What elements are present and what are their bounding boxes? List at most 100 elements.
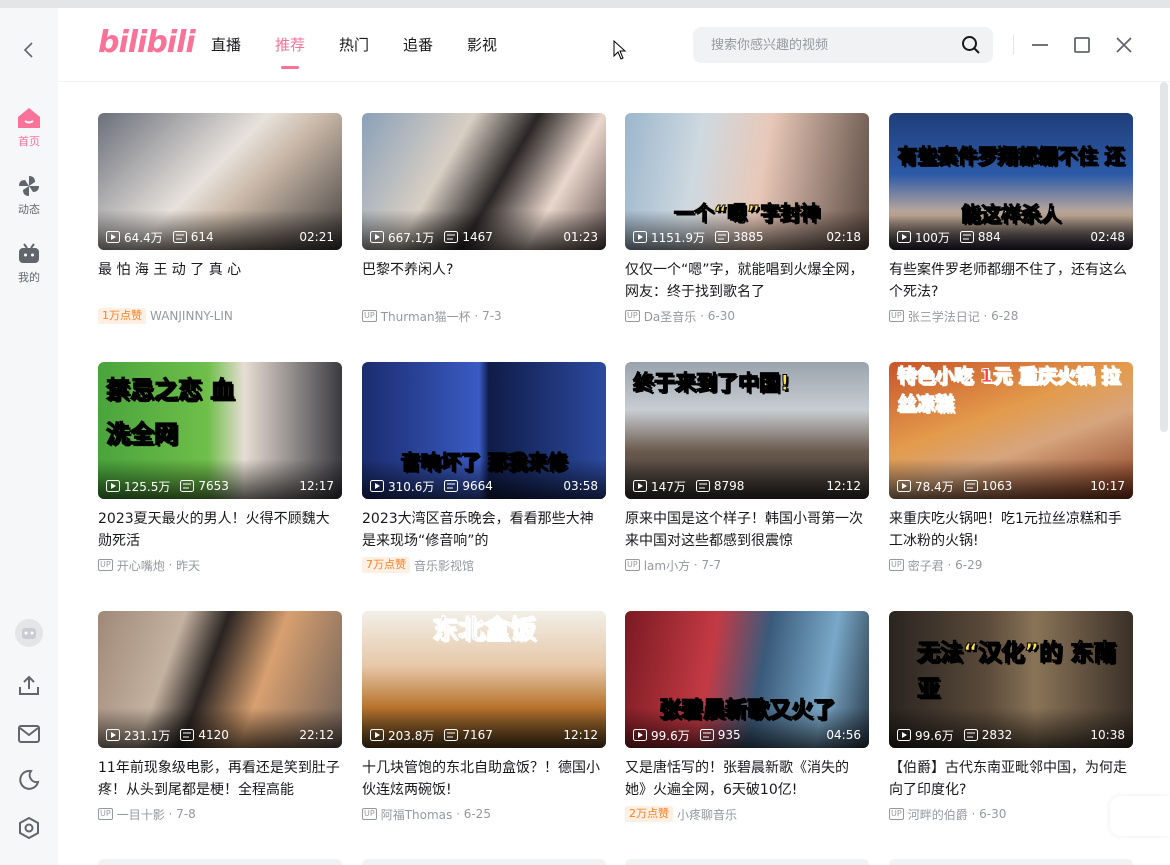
video-card[interactable]: 64.4万 614 02:21 最 怕 海 王 动 了 真 心 1万点赞 WAN… [98, 113, 342, 325]
video-thumbnail[interactable]: 东北盒饭 203.8万 7167 12:12 [362, 611, 606, 748]
window-controls-divider [1013, 35, 1014, 55]
video-title[interactable]: 十几块管饱的东北自助盒饭？！德国小伙连炫两碗饭! [362, 757, 606, 801]
video-meta: UP 开心嘴炮 · 昨天 [98, 556, 342, 574]
video-card[interactable]: 音响坏了 那我来修 310.6万 9664 03:58 2023大湾区音乐晚会，… [362, 362, 606, 574]
video-title[interactable]: 仅仅一个“嗯”字，就能唱到火爆全网，网友：终于找到歌名了 [625, 259, 869, 303]
play-count: 78.4万 [915, 478, 954, 495]
mouse-cursor-icon [613, 40, 627, 60]
play-count-icon [633, 729, 647, 741]
play-count: 310.6万 [388, 478, 434, 495]
play-count-icon [897, 729, 911, 741]
video-thumbnail[interactable]: 音响坏了 那我来修 310.6万 9664 03:58 [362, 362, 606, 499]
tab-bangumi[interactable]: 追番 [386, 8, 450, 82]
video-thumbnail[interactable]: 终于来到了中国! 147万 8798 12:12 [625, 362, 869, 499]
play-count-icon [106, 231, 120, 243]
danmaku-count: 1467 [462, 230, 493, 244]
uploader-name[interactable]: 小疼聊音乐 [677, 806, 737, 823]
uploader-name[interactable]: 开心嘴炮 [117, 557, 165, 574]
uploader-name[interactable]: 阿福Thomas [381, 806, 453, 823]
minimize-icon[interactable] [1029, 34, 1051, 56]
video-card[interactable]: 特色小吃 1元 重庆火锅 拉丝凉糕 78.4万 1063 10:17 来重庆吃火… [889, 362, 1133, 574]
uploader-name[interactable]: 河畔的伯爵 [908, 806, 968, 823]
tab-live[interactable]: 直播 [194, 8, 258, 82]
video-meta: 7万点赞 音乐影视馆 [362, 556, 606, 574]
video-thumbnail[interactable]: 张碧晨新歌又火了 99.6万 935 04:56 [625, 611, 869, 748]
video-card[interactable]: 有些案件罗翔都绷不住 还能这样杀人 100万 884 02:48 有些案件罗老师… [889, 113, 1133, 325]
duration: 12:12 [826, 479, 861, 493]
danmaku-icon [444, 480, 458, 492]
window-top-border [0, 0, 1170, 8]
video-thumbnail[interactable]: 特色小吃 1元 重庆火锅 拉丝凉糕 78.4万 1063 10:17 [889, 362, 1133, 499]
play-count-icon [370, 480, 384, 492]
tab-recommend[interactable]: 推荐 [258, 8, 322, 82]
maximize-icon[interactable] [1071, 34, 1093, 56]
video-title[interactable]: 又是唐恬写的！张碧晨新歌《消失的她》火遍全网，6天破10亿! [625, 757, 869, 801]
danmaku-count: 2832 [982, 728, 1013, 742]
video-card[interactable]: 终于来到了中国! 147万 8798 12:12 原来中国是这个样子！韩国小哥第… [625, 362, 869, 574]
uploader-name[interactable]: Thurman猫一杯 [381, 308, 471, 325]
search-icon[interactable] [961, 35, 981, 55]
video-thumbnail[interactable]: 64.4万 614 02:21 [98, 113, 342, 250]
thumbnail-caption: 禁忌之恋 血洗全网 [106, 368, 246, 456]
video-thumbnail[interactable]: 231.1万 4120 22:12 [98, 611, 342, 748]
floating-action-button[interactable] [1110, 796, 1170, 836]
video-card[interactable]: 张碧晨新歌又火了 99.6万 935 04:56 又是唐恬写的！张碧晨新歌《消失… [625, 611, 869, 823]
tab-movies[interactable]: 影视 [450, 8, 514, 82]
up-icon: UP [625, 559, 640, 571]
video-thumbnail[interactable]: 禁忌之恋 血洗全网 125.5万 7653 12:17 [98, 362, 342, 499]
video-thumbnail[interactable]: 667.1万 1467 01:23 [362, 113, 606, 250]
video-title[interactable]: 2023大湾区音乐晚会，看看那些大神是来现场“修音响”的 [362, 508, 606, 552]
thumbnail-caption: 无法“汉化”的 东南亚 [897, 635, 1125, 707]
video-meta: UP Thurman猫一杯 · 7-3 [362, 307, 606, 325]
video-thumbnail[interactable]: 一个“嗯”字封神 1151.9万 3885 02:18 [625, 113, 869, 250]
settings-button[interactable] [0, 816, 58, 840]
video-title[interactable]: 有些案件罗老师都绷不住了，还有这么个死法? [889, 259, 1133, 303]
sidebar-item-dynamic[interactable]: 动态 [0, 174, 58, 217]
bilibili-logo[interactable]: bilibili [98, 25, 195, 60]
duration: 12:17 [299, 479, 334, 493]
avatar[interactable] [0, 618, 58, 648]
video-card[interactable]: 667.1万 1467 01:23 巴黎不养闲人? UP Thurman猫一杯 … [362, 113, 606, 325]
close-icon[interactable] [1113, 34, 1135, 56]
duration: 22:12 [299, 728, 334, 742]
scrollbar[interactable] [1160, 82, 1168, 432]
uploader-name[interactable]: 音乐影视馆 [414, 557, 474, 574]
video-card[interactable]: 一个“嗯”字封神 1151.9万 3885 02:18 仅仅一个“嗯”字，就能唱… [625, 113, 869, 325]
video-card[interactable]: 禁忌之恋 血洗全网 125.5万 7653 12:17 2023夏天最火的男人！… [98, 362, 342, 574]
play-count: 99.6万 [651, 727, 690, 744]
video-title[interactable]: 原来中国是这个样子！韩国小哥第一次来中国对这些都感到很震惊 [625, 508, 869, 552]
moon-icon [17, 768, 41, 792]
video-title[interactable]: 【伯爵】古代东南亚毗邻中国，为何走向了印度化? [889, 757, 1133, 801]
video-card[interactable]: 无法“汉化”的 东南亚 99.6万 2832 10:38 【伯爵】古代东南亚毗邻… [889, 611, 1133, 823]
play-count: 125.5万 [124, 478, 170, 495]
video-title[interactable]: 最 怕 海 王 动 了 真 心 [98, 259, 342, 303]
sidebar-item-mine[interactable]: 我的 [0, 242, 58, 285]
video-title[interactable]: 巴黎不养闲人? [362, 259, 606, 303]
video-title[interactable]: 11年前现象级电影，再看还是笑到肚子疼！从头到尾都是梗！全程高能 [98, 757, 342, 801]
uploader-name[interactable]: 密子君 [908, 557, 944, 574]
uploader-name[interactable]: 一目十影 [117, 806, 165, 823]
messages-button[interactable] [0, 722, 58, 746]
duration: 02:21 [299, 230, 334, 244]
duration: 10:38 [1090, 728, 1125, 742]
theme-button[interactable] [0, 768, 58, 792]
uploader-name[interactable]: lam小方 [644, 557, 690, 574]
video-card[interactable]: 东北盒饭 203.8万 7167 12:12 十几块管饱的东北自助盒饭？！德国小… [362, 611, 606, 823]
search-input[interactable] [693, 27, 948, 63]
back-button[interactable] [0, 40, 58, 60]
uploader-name[interactable]: Da圣音乐 [644, 308, 697, 325]
duration: 04:56 [826, 728, 861, 742]
sidebar-item-home[interactable]: 首页 [0, 106, 58, 149]
video-title[interactable]: 2023夏天最火的男人！火得不顾魏大勋死活 [98, 508, 342, 552]
uploader-name[interactable]: 张三学法日记 [908, 308, 980, 325]
video-thumbnail[interactable]: 有些案件罗翔都绷不住 还能这样杀人 100万 884 02:48 [889, 113, 1133, 250]
tab-popular[interactable]: 热门 [322, 8, 386, 82]
uploader-name[interactable]: WANJINNY-LIN [150, 309, 233, 323]
danmaku-icon [700, 729, 714, 741]
video-title[interactable]: 来重庆吃火锅吧！吃1元拉丝凉糕和手工冰粉的火锅! [889, 508, 1133, 552]
video-card[interactable]: 231.1万 4120 22:12 11年前现象级电影，再看还是笑到肚子疼！从头… [98, 611, 342, 823]
video-thumbnail[interactable]: 无法“汉化”的 东南亚 99.6万 2832 10:38 [889, 611, 1133, 748]
likes-badge: 2万点赞 [625, 806, 673, 822]
upload-button[interactable] [0, 673, 58, 697]
danmaku-count: 3885 [733, 230, 764, 244]
